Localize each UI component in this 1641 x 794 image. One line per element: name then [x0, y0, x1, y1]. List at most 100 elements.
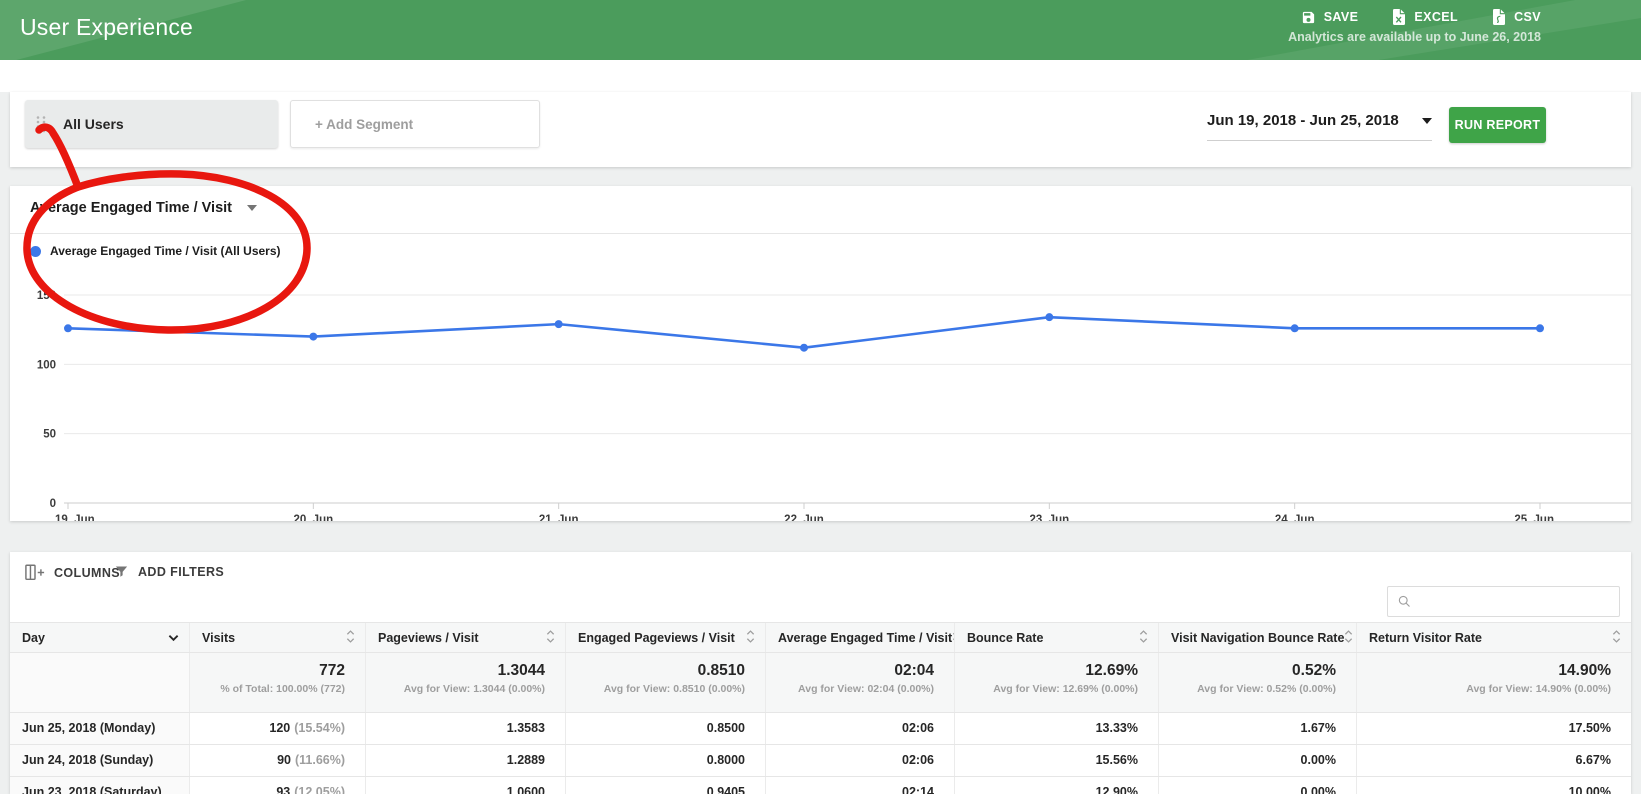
chevron-down-icon [247, 205, 258, 211]
date-range-label: Jun 19, 2018 - Jun 25, 2018 [1207, 112, 1399, 129]
metric-selector[interactable]: Average Engaged Time / Visit [30, 200, 258, 216]
x-axis-tick-label: 25. Jun [1514, 514, 1554, 521]
pageviews-per-visit-cell: 1.2889 [365, 745, 565, 776]
summary-value: 02:04 [894, 662, 934, 679]
columns-icon [25, 564, 45, 581]
run-report-button[interactable]: RUN REPORT [1449, 107, 1546, 143]
page-title: User Experience [20, 14, 194, 40]
avg-engaged-time-cell: 02:14 [765, 777, 954, 794]
chart-point[interactable] [309, 332, 318, 341]
column-header-label: Return Visitor Rate [1369, 630, 1482, 645]
return-visitor-rate-cell: 17.50% [1356, 713, 1631, 744]
sort-icon [746, 629, 755, 643]
x-axis-tick-label: 22. Jun [784, 514, 824, 521]
day-cell: Jun 25, 2018 (Monday) [10, 713, 189, 744]
column-header-4[interactable]: Average Engaged Time / Visit [765, 623, 954, 652]
legend-dot-icon [30, 245, 41, 257]
return-visitor-rate-cell: 6.67% [1356, 745, 1631, 776]
summary-subtext: Avg for View: 12.69% (0.00%) [993, 683, 1138, 695]
column-header-label: Visit Navigation Bounce Rate [1171, 630, 1345, 645]
summary-value: 0.52% [1292, 662, 1336, 679]
summary-value: 14.90% [1558, 662, 1611, 679]
column-header-6[interactable]: Visit Navigation Bounce Rate [1158, 623, 1356, 652]
column-header-label: Visits [202, 630, 236, 645]
chart-point[interactable] [1536, 324, 1544, 333]
summary-cell: 0.8510 Avg for View: 0.8510 (0.00%) [565, 653, 765, 712]
summary-cell: 12.69% Avg for View: 12.69% (0.00%) [954, 653, 1158, 712]
chart-line [67, 315, 1540, 349]
table-summary-row: 772 % of Total: 100.00% (772) 1.3044 Avg fo… [10, 652, 1631, 712]
data-table-panel: COLUMNS ADD FILTERS Day Visits Pageviews /… [10, 552, 1631, 794]
table-search-input[interactable] [1412, 594, 1619, 609]
summary-subtext: % of Total: 100.00% (772) [220, 683, 345, 695]
column-header-3[interactable]: Engaged Pageviews / Visit [565, 623, 765, 652]
summary-subtext: Avg for View: 1.3044 (0.00%) [403, 683, 545, 695]
chart-point[interactable] [1290, 324, 1299, 333]
summary-cell [10, 653, 189, 712]
visits-percent: (15.54%) [294, 721, 345, 735]
column-header-7[interactable]: Return Visitor Rate [1356, 623, 1631, 652]
y-axis-tick-label: 50 [43, 429, 56, 441]
add-filters-button[interactable]: ADD FILTERS [114, 564, 224, 579]
visits-cell: 90 (11.66%) [189, 745, 365, 776]
summary-cell: 0.52% Avg for View: 0.52% (0.00%) [1158, 653, 1356, 712]
metric-selector-label: Average Engaged Time / Visit [30, 200, 233, 216]
date-range-selector[interactable]: Jun 19, 2018 - Jun 25, 2018 [1207, 112, 1432, 141]
excel-label: EXCEL [1414, 10, 1459, 24]
summary-subtext: Avg for View: 0.52% (0.00%) [1197, 683, 1336, 695]
excel-file-icon [1393, 9, 1406, 25]
drag-handle-icon[interactable] [35, 114, 47, 134]
column-header-day[interactable]: Day [10, 623, 189, 652]
table-row: Jun 25, 2018 (Monday) 120 (15.54%) 1.3583 0.… [10, 712, 1631, 744]
sort-icon [1612, 629, 1621, 643]
day-cell: Jun 23, 2018 (Saturday) [10, 777, 189, 794]
chart-point[interactable] [1045, 313, 1054, 322]
table-row: Jun 24, 2018 (Sunday) 90 (11.66%) 1.2889 0.8… [10, 744, 1631, 776]
search-icon [1398, 595, 1410, 607]
summary-cell: 02:04 Avg for View: 02:04 (0.00%) [765, 653, 954, 712]
engaged-pageviews-per-visit-cell: 0.8500 [565, 713, 765, 744]
column-header-2[interactable]: Pageviews / Visit [365, 623, 565, 652]
toolbar-strip [0, 60, 1641, 92]
availability-note: Analytics are available up to June 26, 2… [1288, 30, 1541, 44]
chart-panel: Average Engaged Time / Visit Average Eng… [10, 186, 1631, 521]
columns-button[interactable]: COLUMNS [25, 564, 120, 581]
segment-chip-all-users[interactable]: All Users [25, 100, 278, 148]
header-actions: SAVE EXCEL CSV Analytics are available u… [1288, 9, 1541, 44]
column-header-label: Day [22, 630, 45, 645]
save-button[interactable]: SAVE [1301, 10, 1359, 25]
sort-icon [546, 629, 555, 643]
add-segment-button[interactable]: + Add Segment [290, 100, 540, 148]
segment-chip-label: All Users [63, 116, 124, 132]
bounce-rate-cell: 13.33% [954, 713, 1158, 744]
segment-panel: All Users + Add Segment Jun 19, 2018 - J… [10, 92, 1631, 167]
excel-export-button[interactable]: EXCEL [1392, 9, 1458, 25]
summary-value: 12.69% [1085, 662, 1138, 679]
column-header-label: Pageviews / Visit [378, 630, 479, 645]
visit-nav-bounce-rate-cell: 1.67% [1158, 713, 1356, 744]
column-header-label: Average Engaged Time / Visit [778, 630, 953, 645]
x-axis-tick-label: 19. Jun [55, 514, 95, 521]
x-axis-tick-label: 21. Jun [539, 514, 579, 521]
bounce-rate-cell: 15.56% [954, 745, 1158, 776]
csv-label: CSV [1514, 10, 1541, 24]
visits-percent: (12.05%) [294, 785, 345, 794]
x-axis-tick-label: 20. Jun [294, 514, 334, 521]
chart-point[interactable] [64, 324, 72, 333]
summary-cell: 772 % of Total: 100.00% (772) [189, 653, 365, 712]
y-axis-tick-label: 150 [37, 290, 56, 302]
csv-file-icon [1493, 9, 1506, 25]
day-cell: Jun 24, 2018 (Sunday) [10, 745, 189, 776]
legend-label: Average Engaged Time / Visit (All Users) [50, 244, 281, 258]
chart-point[interactable] [800, 343, 808, 352]
column-header-5[interactable]: Bounce Rate [954, 623, 1158, 652]
summary-subtext: Avg for View: 0.8510 (0.00%) [603, 683, 745, 695]
csv-export-button[interactable]: CSV [1492, 9, 1541, 25]
x-axis-tick-label: 24. Jun [1275, 514, 1315, 521]
visits-percent: (11.66%) [294, 753, 345, 767]
sort-icon [346, 629, 355, 643]
chart-point[interactable] [554, 320, 563, 329]
avg-engaged-time-cell: 02:06 [765, 713, 954, 744]
column-header-1[interactable]: Visits [189, 623, 365, 652]
save-icon [1302, 11, 1314, 23]
